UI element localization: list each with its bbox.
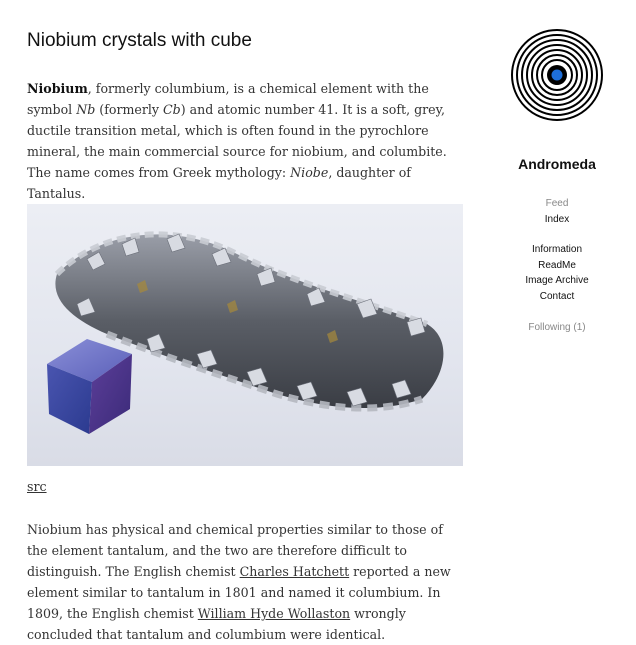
intro-text: (formerly [95, 102, 164, 117]
contact-link[interactable]: Contact [497, 289, 617, 305]
intro-paragraph: Niobium, formerly columbium, is a chemic… [27, 78, 465, 204]
following-link[interactable]: Following (1) [497, 320, 617, 336]
crystal-illustration [47, 231, 444, 434]
intro-symbol: Nb [76, 102, 96, 117]
post-title: Niobium crystals with cube [27, 30, 252, 51]
blog-logo-icon[interactable] [510, 28, 604, 122]
intro-bold-term: Niobium [27, 81, 88, 96]
feed-link[interactable]: Feed [497, 196, 617, 212]
blog-name[interactable]: Andromeda [497, 156, 617, 172]
niobium-photo [27, 204, 463, 466]
william-hyde-wollaston-link[interactable]: William Hyde Wollaston [198, 606, 350, 621]
index-link[interactable]: Index [497, 212, 617, 228]
image-archive-link[interactable]: Image Archive [497, 273, 617, 289]
source-link[interactable]: src [27, 479, 47, 494]
intro-old-symbol: Cb [163, 102, 181, 117]
readme-link[interactable]: ReadMe [497, 258, 617, 274]
nav-group-primary: Feed Index [497, 196, 617, 227]
information-link[interactable]: Information [497, 242, 617, 258]
nav-group-pages: Information ReadMe Image Archive Contact [497, 242, 617, 304]
charles-hatchett-link[interactable]: Charles Hatchett [240, 564, 350, 579]
body-paragraph: Niobium has physical and chemical proper… [27, 519, 465, 645]
intro-myth-name: Niobe [290, 165, 329, 180]
nav-group-following: Following (1) [497, 320, 617, 336]
